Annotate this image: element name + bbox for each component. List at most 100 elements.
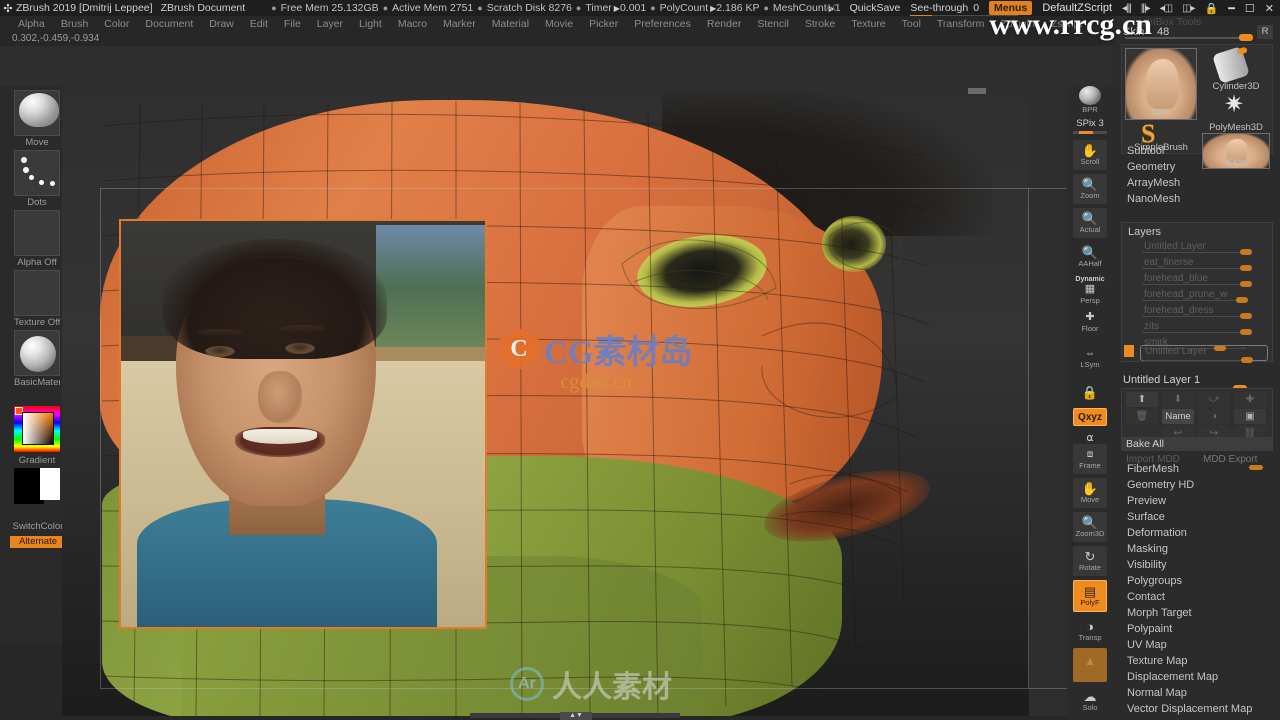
- tool-skin-small[interactable]: 67 Skin: [1202, 133, 1270, 169]
- maximize-icon[interactable]: ☐: [1245, 2, 1255, 15]
- section-displacement-map[interactable]: Displacement Map: [1127, 671, 1218, 683]
- material-slot[interactable]: BasicMaterial: [14, 330, 60, 388]
- video-reference-overlay[interactable]: [119, 219, 487, 629]
- transp-top-button[interactable]: 🔒: [1073, 378, 1107, 406]
- see-through-slider[interactable]: See-through 0: [910, 2, 1019, 18]
- skin-r-button[interactable]: R: [1257, 25, 1273, 39]
- solo-button[interactable]: ☁ Solo: [1073, 686, 1107, 716]
- canvas-top-handle[interactable]: [968, 88, 986, 94]
- menu-item-stroke[interactable]: Stroke: [797, 18, 843, 30]
- scroll-button[interactable]: ✋ Scroll: [1073, 140, 1107, 170]
- section-fibermesh[interactable]: FiberMesh: [1127, 463, 1179, 475]
- skin-slider-row[interactable]: Skin 48 R: [1123, 25, 1273, 41]
- layer-knob[interactable]: [1241, 357, 1253, 363]
- layer-down-button[interactable]: ⬇: [1162, 392, 1194, 407]
- bake-all-button[interactable]: Bake All: [1121, 437, 1273, 451]
- skin-slider-knob[interactable]: [1239, 34, 1253, 41]
- minimize-icon[interactable]: ━: [1228, 2, 1235, 15]
- persp-button[interactable]: Dynamic ▦ Persp: [1073, 274, 1107, 306]
- move-3d-button[interactable]: ✋ Move: [1073, 478, 1107, 508]
- mdd-slider-knob[interactable]: [1249, 465, 1263, 470]
- menu-item-preferences[interactable]: Preferences: [626, 18, 699, 30]
- section-morph-target[interactable]: Morph Target: [1127, 607, 1192, 619]
- switch-color-icon[interactable]: [14, 468, 60, 504]
- section-nanomesh[interactable]: NanoMesh: [1127, 193, 1180, 205]
- stroke-dots-icon[interactable]: [14, 150, 60, 196]
- section-arraymesh[interactable]: ArrayMesh: [1127, 177, 1180, 189]
- menu-item-light[interactable]: Light: [351, 18, 390, 30]
- layer-mask-button[interactable]: ◑: [1198, 409, 1230, 424]
- window-tile-left-icon[interactable]: ◂◫: [1160, 3, 1174, 14]
- main-menu-bar[interactable]: Alpha Brush Color Document Draw Edit Fil…: [0, 16, 1280, 31]
- window-tile-right-icon[interactable]: ◫▸: [1182, 3, 1196, 14]
- color-picker-icon[interactable]: [14, 406, 60, 452]
- polyframe-button[interactable]: ▤ PolyF: [1073, 580, 1107, 612]
- layer-visibility-toggle[interactable]: [1124, 345, 1134, 357]
- tool-skin-large[interactable]: 67 Skin: [1125, 48, 1197, 120]
- section-contact[interactable]: Contact: [1127, 591, 1165, 603]
- texture-slot[interactable]: Texture Off: [14, 270, 60, 328]
- section-uv-map[interactable]: UV Map: [1127, 639, 1167, 651]
- section-surface[interactable]: Surface: [1127, 511, 1165, 523]
- menu-item-edit[interactable]: Edit: [242, 18, 276, 30]
- menu-item-stencil[interactable]: Stencil: [749, 18, 797, 30]
- menu-item-texture[interactable]: Texture: [843, 18, 893, 30]
- menu-item-color[interactable]: Color: [96, 18, 137, 30]
- active-layer-row[interactable]: Untitled Layer 1: [1123, 374, 1273, 392]
- qxyz-button[interactable]: Qxyz: [1073, 408, 1107, 426]
- section-polygroups[interactable]: Polygroups: [1127, 575, 1182, 587]
- menu-item-layer[interactable]: Layer: [309, 18, 351, 30]
- layer-knob[interactable]: [1240, 313, 1252, 319]
- frame-button[interactable]: ⧈ Frame: [1073, 444, 1107, 474]
- layer-delete-button[interactable]: 🗑: [1126, 409, 1158, 424]
- transp-button[interactable]: ◑ Transp: [1073, 616, 1107, 646]
- layer-row[interactable]: forehead_prune_w: [1140, 289, 1268, 305]
- texture-off-icon[interactable]: [14, 270, 60, 316]
- actual-button[interactable]: 🔍 Actual: [1073, 208, 1107, 238]
- tool-polymesh3d[interactable]: ✷ PolyMesh3D: [1202, 93, 1270, 134]
- aahalf-button[interactable]: 🔍 AAHalf: [1073, 242, 1107, 272]
- menu-item-render[interactable]: Render: [699, 18, 749, 30]
- menu-item-draw[interactable]: Draw: [201, 18, 242, 30]
- layer-track[interactable]: [1142, 284, 1246, 285]
- menu-item-alpha[interactable]: Alpha: [10, 18, 53, 30]
- canvas-area[interactable]: [62, 86, 1067, 716]
- section-geometry[interactable]: Geometry: [1127, 161, 1175, 173]
- tool-cylinder3d[interactable]: Cylinder3D: [1202, 46, 1270, 92]
- secondary-color-swatch[interactable]: [40, 468, 60, 500]
- layer-knob[interactable]: [1240, 249, 1252, 255]
- menus-button[interactable]: Menus: [989, 1, 1033, 15]
- layer-duplicate-button[interactable]: ⤻: [1198, 392, 1230, 407]
- layer-row[interactable]: forehead_dress: [1140, 305, 1268, 321]
- layer-knob[interactable]: [1240, 265, 1252, 271]
- menu-item-document[interactable]: Document: [137, 18, 201, 30]
- menu-item-file[interactable]: File: [276, 18, 309, 30]
- rotate-3d-button[interactable]: ↻ Rotate: [1073, 546, 1107, 576]
- floor-button[interactable]: ✚ Floor: [1073, 308, 1107, 336]
- section-preview[interactable]: Preview: [1127, 495, 1166, 507]
- layer-track[interactable]: [1142, 268, 1246, 269]
- layer-row-selected[interactable]: Untitled Layer: [1140, 345, 1268, 363]
- layer-knob[interactable]: [1240, 281, 1252, 287]
- menu-item-material[interactable]: Material: [484, 18, 537, 30]
- layer-rename-button[interactable]: Name: [1162, 409, 1194, 424]
- alpha-slot[interactable]: Alpha Off: [14, 210, 60, 268]
- section-polypaint[interactable]: Polypaint: [1127, 623, 1172, 635]
- color-gradient-field[interactable]: [22, 412, 54, 445]
- bpr-render-button[interactable]: BPR: [1073, 86, 1107, 114]
- layer-up-button[interactable]: ⬆: [1126, 392, 1158, 407]
- quicksave-button[interactable]: QuickSave: [850, 2, 901, 14]
- ruler-small-icon[interactable]: ◂|||: [1122, 3, 1132, 14]
- layer-record-button[interactable]: ▣: [1234, 409, 1266, 424]
- spix-slider-icon[interactable]: [1073, 131, 1107, 134]
- dynamic-button[interactable]: ▴ Dynamic: [1073, 648, 1107, 682]
- bottom-scroll-handle[interactable]: ▲▼: [560, 712, 592, 720]
- alternate-button[interactable]: Alternate: [10, 536, 66, 548]
- menu-item-macro[interactable]: Macro: [390, 18, 435, 30]
- layer-track[interactable]: [1142, 332, 1246, 333]
- section-deformation[interactable]: Deformation: [1127, 527, 1187, 539]
- layer-row[interactable]: zits: [1140, 321, 1268, 337]
- zoom-button[interactable]: 🔍 Zoom: [1073, 174, 1107, 204]
- lsym-button[interactable]: ⇔ LSym: [1073, 344, 1107, 372]
- default-zscript-button[interactable]: DefaultZScript: [1042, 2, 1112, 14]
